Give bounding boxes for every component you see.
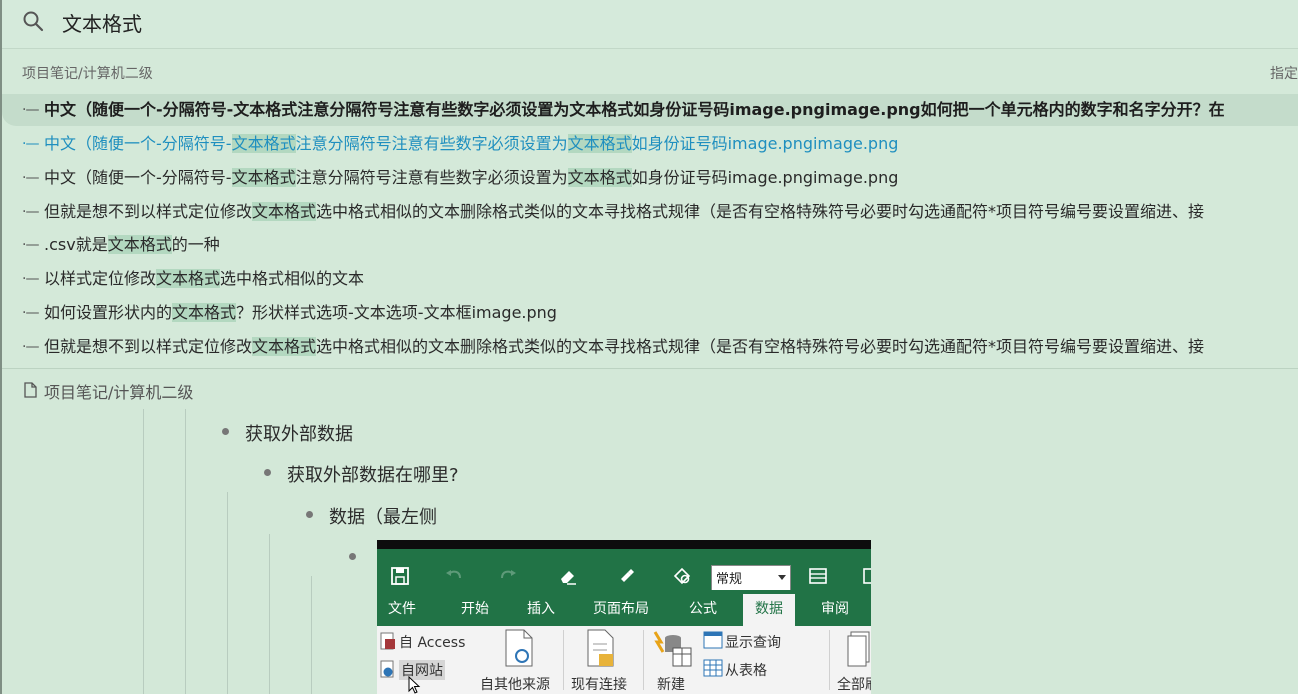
- from-table-button[interactable]: 从表格: [725, 660, 767, 680]
- new-query-icon: [653, 631, 692, 667]
- result-item[interactable]: ·— 以样式定位修改文本格式选中格式相似的文本: [2, 263, 1298, 295]
- indent-guide: [269, 534, 270, 694]
- search-results: 项目笔记/计算机二级 指定 ·— 中文（随便一个-分隔符号-文本格式注意分隔符号…: [2, 49, 1298, 369]
- result-item[interactable]: ·— 但就是想不到以样式定位修改文本格式选中格式相似的文本删除格式类似的文本寻找…: [2, 331, 1298, 363]
- excel-ribbon-tabs: 文件 开始 插入 页面布局 公式 数据 审阅: [377, 590, 871, 626]
- tab-insert[interactable]: 插入: [527, 598, 555, 618]
- result-text: 中文（随便一个-分隔符号-文本格式注意分隔符号注意有些数字必须设置为文本格式如身…: [44, 134, 899, 153]
- outline-item[interactable]: 获取外部数据在哪里?: [287, 461, 459, 487]
- result-item-selected[interactable]: ·— 中文（随便一个-分隔符号-文本格式注意分隔符号注意有些数字必须设置为文本格…: [2, 94, 1298, 126]
- block-marker-icon: ·—: [22, 237, 39, 253]
- eraser-icon: [561, 571, 576, 585]
- from-table-icon: [703, 659, 723, 677]
- result-text: 如何设置形状内的文本格式？形状样式选项-文本选项-文本框image.png: [44, 303, 557, 322]
- format-painter-icon: [621, 569, 634, 582]
- shapes-icon: [673, 567, 691, 585]
- redo-icon: [501, 570, 516, 579]
- result-item[interactable]: ·— .csv就是文本格式的一种: [2, 229, 1298, 261]
- other-sources-icon: [505, 629, 533, 667]
- bullet-dot-icon[interactable]: [264, 469, 271, 476]
- tab-formulas[interactable]: 公式: [689, 598, 717, 618]
- bullet-dot-icon[interactable]: [349, 553, 356, 560]
- result-text: .csv就是文本格式的一种: [44, 235, 220, 254]
- number-format-value: 常规: [716, 572, 743, 587]
- access-icon: [380, 632, 395, 650]
- block-marker-icon: ·—: [22, 170, 39, 186]
- save-icon: [391, 567, 409, 585]
- preview-page-title[interactable]: 项目笔记/计算机二级: [44, 379, 193, 403]
- block-marker-icon: ·—: [22, 102, 39, 118]
- tab-review[interactable]: 审阅: [821, 598, 849, 618]
- from-access-button[interactable]: 自 Access: [399, 632, 465, 652]
- show-queries-button[interactable]: 显示查询: [725, 632, 781, 652]
- refresh-all-button[interactable]: 全部刷新: [837, 674, 871, 694]
- excel-titlebar: [377, 540, 871, 549]
- ribbon-separator: [829, 630, 830, 690]
- block-marker-icon: ·—: [22, 271, 39, 287]
- tab-home[interactable]: 开始: [461, 598, 489, 618]
- existing-connections-icon: [587, 629, 614, 667]
- indent-guide: [143, 409, 144, 694]
- show-queries-icon: [703, 631, 723, 649]
- undo-icon: [446, 570, 461, 579]
- tab-page-layout[interactable]: 页面布局: [593, 598, 649, 618]
- web-icon: [380, 660, 394, 678]
- new-query-button[interactable]: 新建: [657, 674, 685, 694]
- from-web-button[interactable]: 自网站: [399, 660, 445, 680]
- embedded-image-excel[interactable]: 常规 文件 开始 插入 页面布局 公式 数据 审阅 自 Access 自网站 自…: [377, 540, 871, 694]
- result-text: 中文（随便一个-分隔符号-文本格式注意分隔符号注意有些数字必须设置为文本格式如身…: [44, 168, 899, 187]
- ribbon-separator: [643, 630, 644, 690]
- search-icon: [23, 11, 44, 32]
- indent-guide: [227, 492, 228, 694]
- indent-guide: [185, 409, 186, 694]
- outline-item[interactable]: 获取外部数据: [245, 420, 353, 446]
- block-marker-icon: ·—: [22, 305, 39, 321]
- dropdown-caret-icon: [778, 575, 786, 580]
- bullet-dot-icon[interactable]: [306, 511, 313, 518]
- outline-item[interactable]: 数据（最左侧: [329, 503, 437, 529]
- tab-file[interactable]: 文件: [388, 598, 416, 618]
- block-marker-icon: ·—: [22, 136, 39, 152]
- table-layout-icon: [809, 568, 827, 584]
- bullet-dot-icon[interactable]: [222, 428, 229, 435]
- preview-header: 项目笔记/计算机二级: [2, 369, 1298, 409]
- result-item[interactable]: ·— 中文（随便一个-分隔符号-文本格式注意分隔符号注意有些数字必须设置为文本格…: [2, 162, 1298, 194]
- tab-data[interactable]: 数据: [743, 594, 795, 626]
- number-format-dropdown[interactable]: 常规: [711, 565, 791, 591]
- other-sources-button[interactable]: 自其他来源: [480, 674, 550, 694]
- result-text: 但就是想不到以样式定位修改文本格式选中格式相似的文本删除格式类似的文本寻找格式规…: [44, 202, 1205, 221]
- result-text: 以样式定位修改文本格式选中格式相似的文本: [44, 269, 365, 288]
- result-item[interactable]: ·— 中文（随便一个-分隔符号-文本格式注意分隔符号注意有些数字必须设置为文本格…: [2, 128, 1298, 160]
- existing-connections-button[interactable]: 现有连接: [571, 674, 627, 694]
- mouse-cursor-icon: [408, 676, 421, 694]
- search-input[interactable]: [62, 6, 1262, 38]
- page-icon: [24, 382, 37, 398]
- result-item[interactable]: ·— 但就是想不到以样式定位修改文本格式选中格式相似的文本删除格式类似的文本寻找…: [2, 196, 1298, 228]
- search-bar: [2, 0, 1298, 49]
- result-group-path: 项目笔记/计算机二级: [22, 66, 153, 82]
- result-text: 中文（随便一个-分隔符号-文本格式注意分隔符号注意有些数字必须设置为文本格式如身…: [44, 100, 1225, 119]
- table-layout-icon: [863, 568, 871, 584]
- refresh-all-icon: [847, 631, 870, 667]
- block-marker-icon: ·—: [22, 339, 39, 355]
- result-item[interactable]: ·— 如何设置形状内的文本格式？形状样式选项-文本选项-文本框image.png: [2, 297, 1298, 329]
- ribbon-separator: [563, 630, 564, 690]
- block-marker-icon: ·—: [22, 204, 39, 220]
- excel-ribbon-data: 自 Access 自网站 自其他来源 现有连接 新建 显示查询 从表格 全部: [377, 626, 871, 694]
- result-text: 但就是想不到以样式定位修改文本格式选中格式相似的文本删除格式类似的文本寻找格式规…: [44, 337, 1205, 356]
- indent-guide: [311, 576, 312, 694]
- result-group-action[interactable]: 指定: [1270, 63, 1298, 83]
